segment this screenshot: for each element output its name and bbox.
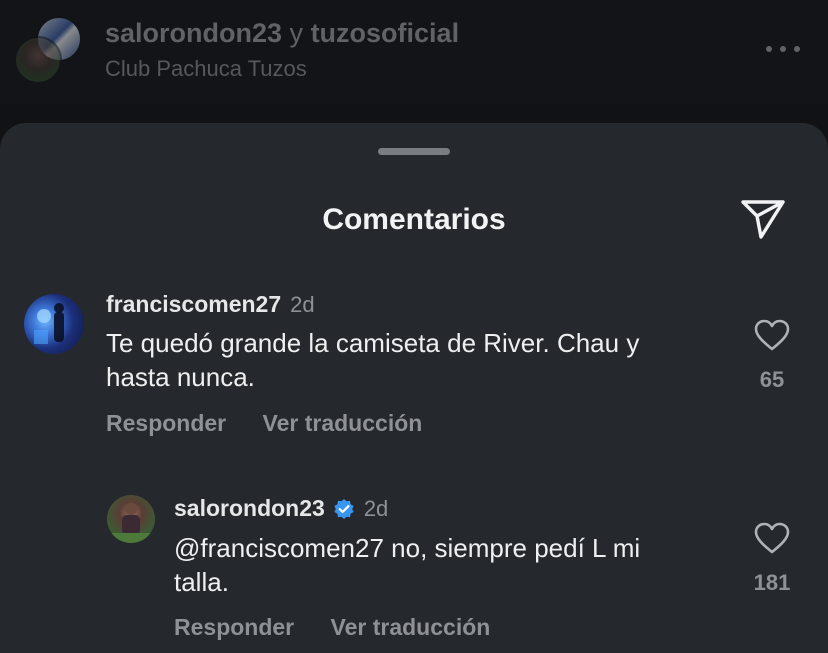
reply-button[interactable]: Responder bbox=[106, 410, 226, 436]
comment-text-line: Te quedó grande la camiseta de River. Ch… bbox=[106, 328, 640, 358]
comment-username[interactable]: franciscomen27 bbox=[106, 291, 281, 318]
like-control: 65 bbox=[742, 319, 802, 393]
comment-header: franciscomen27 2d bbox=[106, 291, 315, 318]
instagram-comments-screen: salorondon23 y tuzosoficial Club Pachuca… bbox=[0, 0, 828, 653]
send-icon[interactable] bbox=[740, 197, 786, 241]
avatar[interactable] bbox=[107, 495, 155, 543]
post-header: salorondon23 y tuzosoficial Club Pachuca… bbox=[0, 0, 828, 104]
comment-time: 2d bbox=[290, 291, 315, 317]
comment-text: Te quedó grande la camiseta de River. Ch… bbox=[106, 326, 639, 394]
comment-text: @franciscomen27 no, siempre pedí L mi ta… bbox=[174, 531, 640, 599]
more-horizontal-icon[interactable] bbox=[766, 40, 800, 58]
author-username-2[interactable]: tuzosoficial bbox=[311, 18, 460, 48]
author-connector: y bbox=[289, 18, 304, 48]
comments-sheet: Comentarios franciscomen27 2d Te quedó g… bbox=[0, 123, 828, 653]
comment-text-line: @franciscomen27 no, siempre pedí L mi bbox=[174, 533, 641, 563]
comment-username[interactable]: salorondon23 bbox=[174, 495, 325, 522]
author-username-1[interactable]: salorondon23 bbox=[105, 18, 282, 48]
avatar[interactable] bbox=[24, 294, 84, 354]
comment-actions: Responder Ver traducción bbox=[174, 614, 520, 641]
avatar-salorondon23[interactable] bbox=[14, 36, 62, 84]
comment-header: salorondon23 2d bbox=[174, 495, 388, 522]
collab-avatars[interactable] bbox=[14, 16, 84, 86]
comment-actions: Responder Ver traducción bbox=[106, 410, 452, 437]
comment-text-line: talla. bbox=[174, 567, 229, 597]
reply-button[interactable]: Responder bbox=[174, 614, 294, 640]
verified-badge-icon bbox=[334, 498, 354, 519]
post-subtitle[interactable]: Club Pachuca Tuzos bbox=[105, 56, 307, 82]
translate-button[interactable]: Ver traducción bbox=[263, 410, 423, 436]
heart-icon[interactable] bbox=[754, 319, 790, 351]
post-authors[interactable]: salorondon23 y tuzosoficial bbox=[105, 18, 459, 49]
heart-icon[interactable] bbox=[754, 522, 790, 554]
comment-text-line: hasta nunca. bbox=[106, 362, 255, 392]
like-control: 181 bbox=[742, 522, 802, 596]
comment-time: 2d bbox=[363, 495, 389, 521]
sheet-drag-handle[interactable] bbox=[378, 148, 450, 155]
like-count: 181 bbox=[753, 570, 791, 595]
sheet-title: Comentarios bbox=[322, 203, 506, 236]
translate-button[interactable]: Ver traducción bbox=[331, 614, 491, 640]
like-count: 65 bbox=[759, 367, 785, 392]
